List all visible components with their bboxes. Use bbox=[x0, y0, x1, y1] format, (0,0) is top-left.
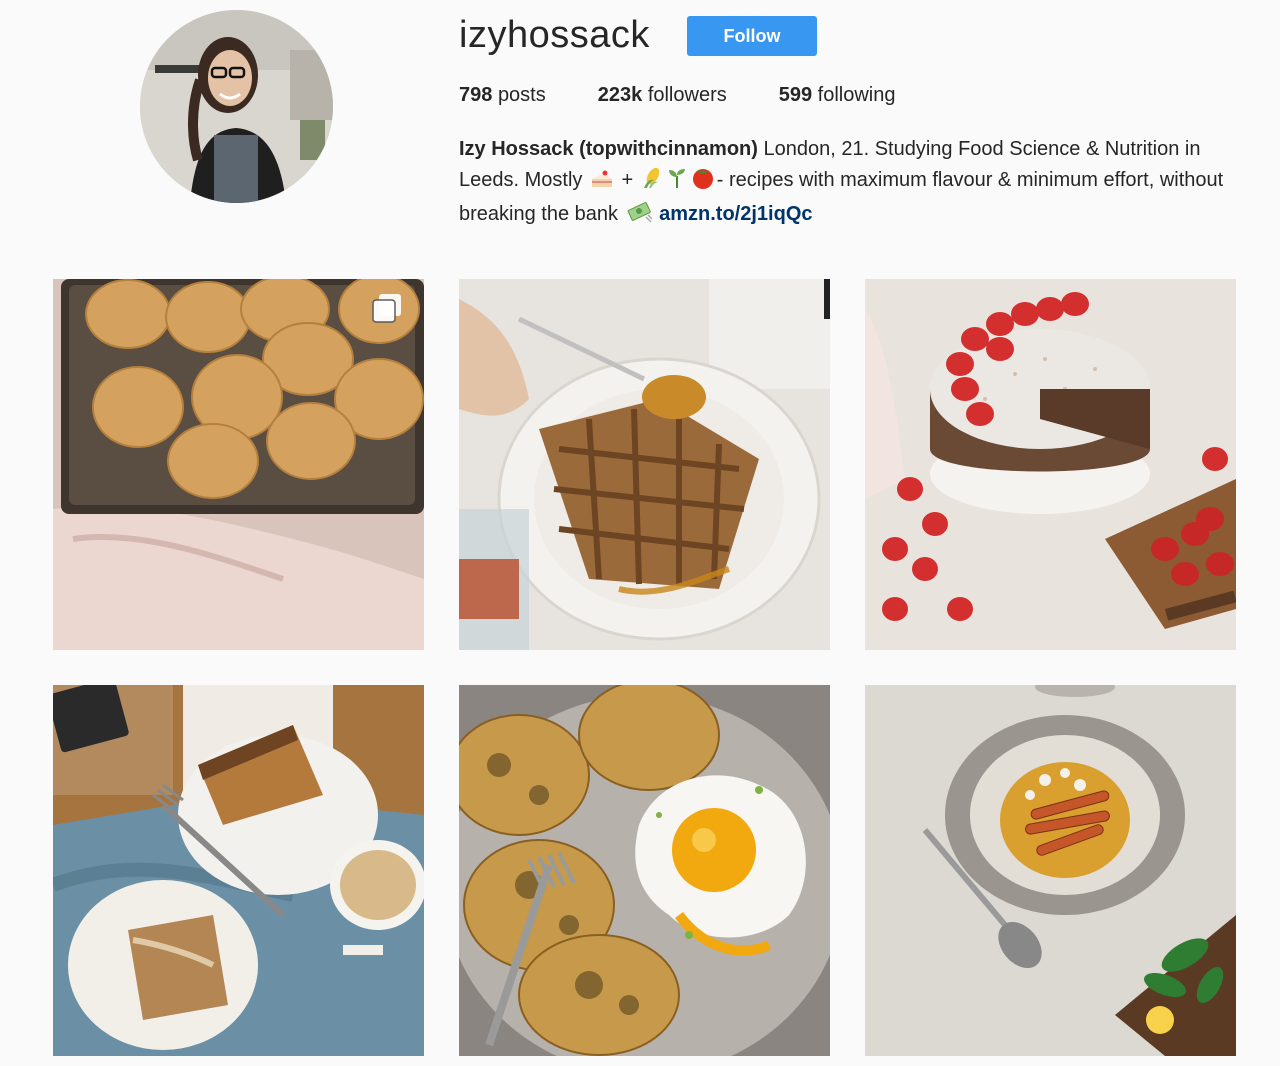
bio-plus: + bbox=[615, 169, 639, 191]
fritters-image bbox=[459, 685, 830, 1056]
tomato-emoji bbox=[691, 167, 715, 199]
posts-stat: 798 posts bbox=[459, 84, 546, 107]
followers-label: followers bbox=[647, 84, 727, 106]
followers-count: 223k bbox=[597, 84, 643, 106]
cake-image bbox=[865, 279, 1236, 650]
profile-bio: Izy Hossack (topwithcinnamon) London, 21… bbox=[459, 134, 1249, 233]
following-stat[interactable]: 599 following bbox=[779, 84, 896, 107]
following-label: following bbox=[817, 84, 896, 106]
avatar[interactable] bbox=[140, 10, 333, 203]
bio-full-name: Izy Hossack (topwithcinnamon) bbox=[459, 138, 758, 160]
post-tile-fritters-with-fried-egg[interactable] bbox=[459, 685, 830, 1056]
post-tile-waffle-with-syrup[interactable] bbox=[459, 279, 830, 650]
corn-emoji bbox=[641, 167, 663, 199]
pancakes-image bbox=[53, 279, 424, 650]
dal-image bbox=[865, 685, 1236, 1056]
money-emoji bbox=[626, 201, 653, 233]
username: izyhossack bbox=[459, 14, 650, 56]
post-tile-pancakes-on-tray[interactable] bbox=[53, 279, 424, 650]
bio-link[interactable]: amzn.to/2j1iqQc bbox=[659, 203, 812, 225]
banana-bread-image bbox=[53, 685, 424, 1056]
profile-stats: 798 posts 223k followers 599 following bbox=[459, 84, 948, 107]
post-tile-strawberry-coconut-cake[interactable] bbox=[865, 279, 1236, 650]
following-count: 599 bbox=[778, 84, 813, 106]
seedling-emoji bbox=[667, 167, 687, 199]
cake-emoji bbox=[590, 168, 614, 199]
waffle-image bbox=[459, 279, 830, 650]
follow-button[interactable]: Follow bbox=[687, 16, 817, 56]
multiple-images-icon bbox=[372, 294, 401, 323]
posts-label: posts bbox=[497, 84, 546, 106]
followers-stat[interactable]: 223k followers bbox=[598, 84, 727, 107]
post-tile-lentil-dal-with-carrots[interactable] bbox=[865, 685, 1236, 1056]
post-tile-banana-bread-and-tea[interactable] bbox=[53, 685, 424, 1056]
posts-count: 798 bbox=[459, 84, 493, 106]
